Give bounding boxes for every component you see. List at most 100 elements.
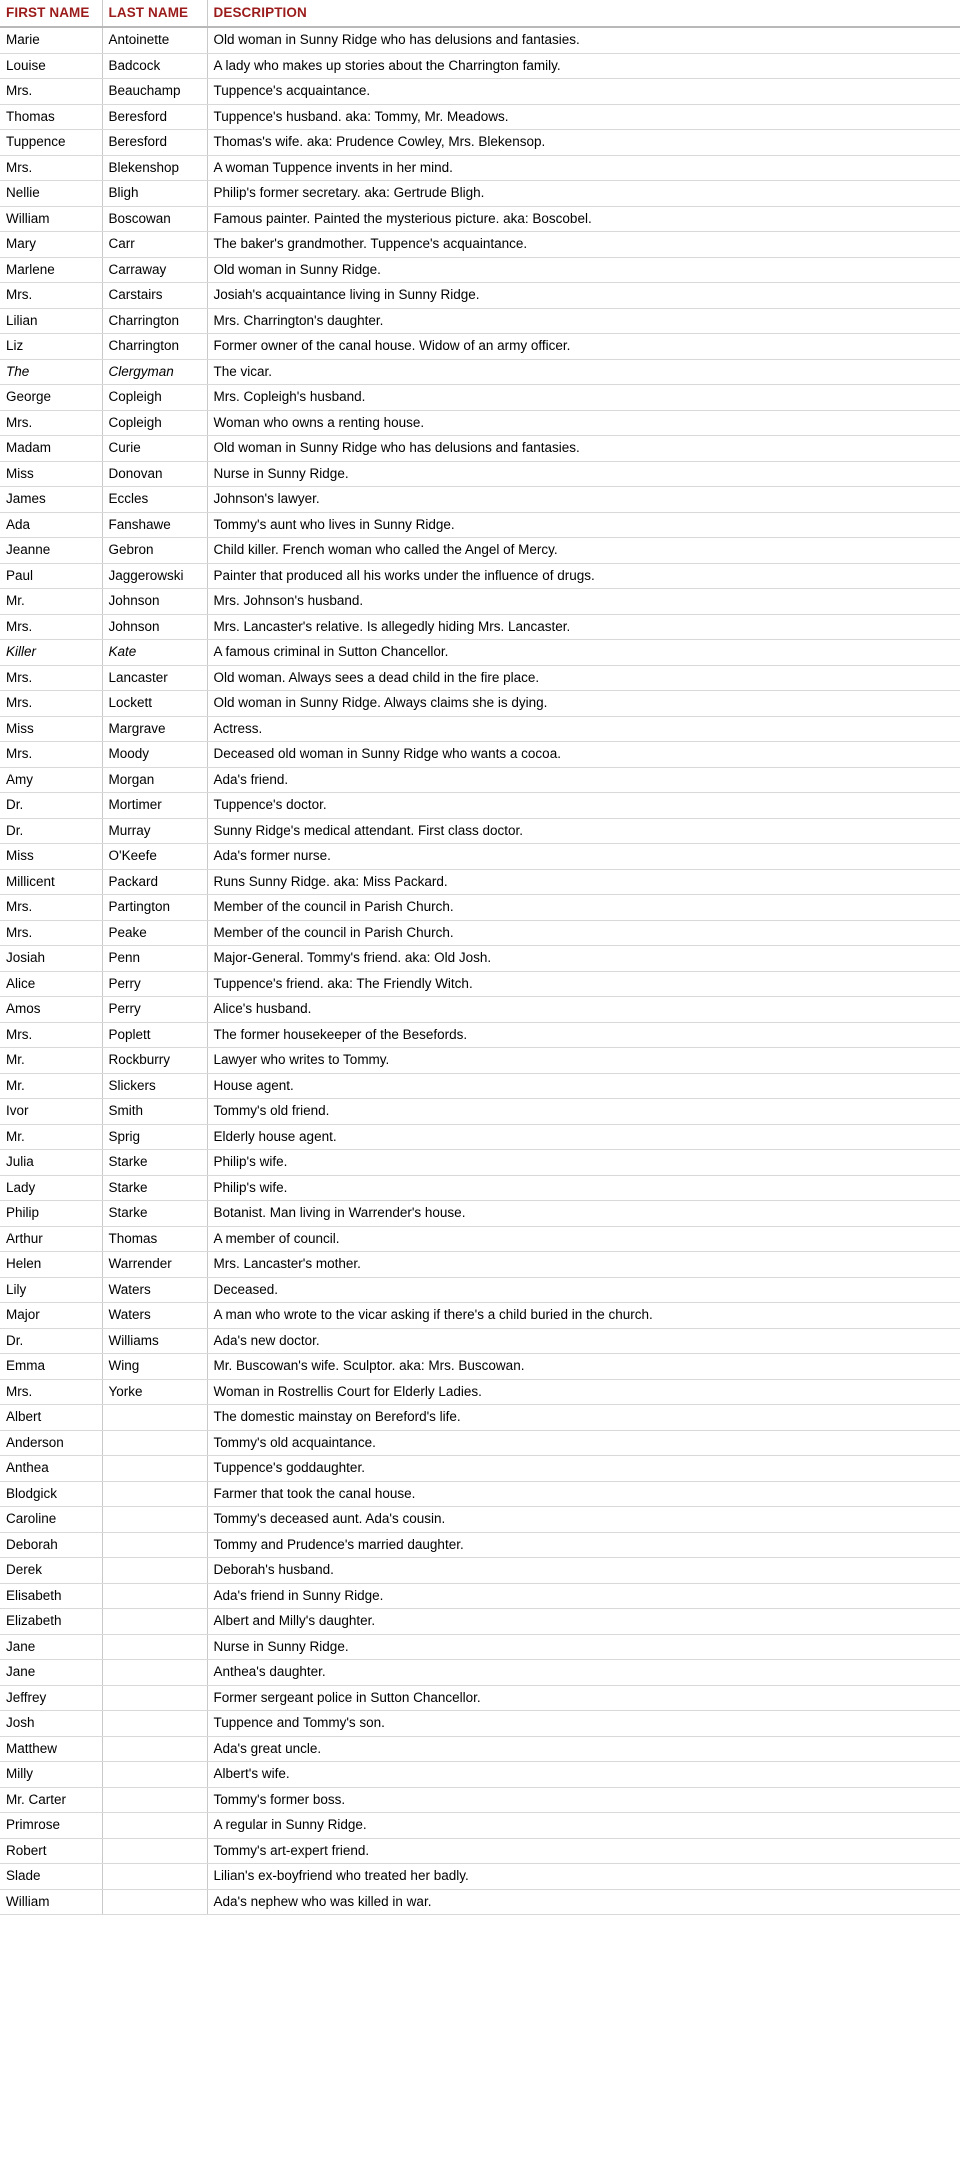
cell-first-name: Thomas bbox=[0, 104, 103, 130]
table-row: Mr. Rockburry Lawyer who writes to Tommy. bbox=[0, 1047, 960, 1074]
cell-first-name: Mrs. bbox=[0, 410, 103, 436]
cell-last-name bbox=[102, 1557, 208, 1584]
cell-last-name bbox=[102, 1787, 208, 1813]
cell-last-name bbox=[102, 1812, 208, 1839]
cell-description: Mrs. Johnson's husband. bbox=[207, 588, 960, 615]
cell-first-name: Caroline bbox=[0, 1506, 103, 1533]
table-row: Mrs. Carstairs Josiah's acquaintance livin… bbox=[0, 282, 960, 309]
cell-first-name: Albert bbox=[0, 1404, 103, 1431]
cell-description: Member of the council in Parish Church. bbox=[207, 894, 960, 921]
cell-description: Josiah's acquaintance living in Sunny Ri… bbox=[207, 282, 960, 309]
cell-description: Botanist. Man living in Warrender's hous… bbox=[207, 1200, 960, 1227]
cell-last-name: Rockburry bbox=[102, 1047, 208, 1074]
cell-first-name: George bbox=[0, 384, 103, 411]
cell-first-name: Josh bbox=[0, 1710, 103, 1737]
cell-last-name: Starke bbox=[102, 1175, 208, 1201]
cell-last-name: Charrington bbox=[102, 308, 208, 334]
cell-first-name: Major bbox=[0, 1302, 103, 1329]
cell-description: Tommy and Prudence's married daughter. bbox=[207, 1532, 960, 1558]
cell-last-name: Sprig bbox=[102, 1124, 208, 1150]
cell-first-name: Liz bbox=[0, 333, 103, 360]
cell-description: Old woman in Sunny Ridge. Always claims … bbox=[207, 690, 960, 717]
cell-last-name: Johnson bbox=[102, 588, 208, 615]
cell-first-name: The bbox=[0, 359, 103, 385]
cell-description: Tuppence's friend. aka: The Friendly Wit… bbox=[207, 971, 960, 997]
cell-description: Tommy's old friend. bbox=[207, 1098, 960, 1125]
table-row: Elisabeth Ada's friend in Sunny Ridge. bbox=[0, 1583, 960, 1609]
cell-description: Nurse in Sunny Ridge. bbox=[207, 461, 960, 487]
cell-description: Albert's wife. bbox=[207, 1761, 960, 1788]
cell-last-name bbox=[102, 1889, 208, 1915]
cell-last-name: Eccles bbox=[102, 486, 208, 513]
cell-last-name: Beauchamp bbox=[102, 78, 208, 105]
cell-last-name: Carstairs bbox=[102, 282, 208, 309]
cell-description: Nurse in Sunny Ridge. bbox=[207, 1634, 960, 1660]
cell-description: Old woman in Sunny Ridge who has delusio… bbox=[207, 435, 960, 462]
table-row: Anthea Tuppence's goddaughter. bbox=[0, 1455, 960, 1482]
cell-last-name: Copleigh bbox=[102, 410, 208, 436]
table-row: Amy Morgan Ada's friend. bbox=[0, 767, 960, 793]
cell-description: Mrs. Charrington's daughter. bbox=[207, 308, 960, 334]
cell-last-name: Warrender bbox=[102, 1251, 208, 1278]
cell-description: Tommy's deceased aunt. Ada's cousin. bbox=[207, 1506, 960, 1533]
cell-description: A member of council. bbox=[207, 1226, 960, 1252]
table-row: Blodgick Farmer that took the canal house… bbox=[0, 1481, 960, 1507]
table-row: Elizabeth Albert and Milly's daughter. bbox=[0, 1608, 960, 1635]
cell-first-name: Mrs. bbox=[0, 741, 103, 768]
cell-first-name: Amy bbox=[0, 767, 103, 793]
cell-first-name: Lady bbox=[0, 1175, 103, 1201]
cell-first-name: Mrs. bbox=[0, 665, 103, 691]
table-row: Matthew Ada's great uncle. bbox=[0, 1736, 960, 1762]
table-row: Jane Anthea's daughter. bbox=[0, 1659, 960, 1686]
cell-last-name: Blekenshop bbox=[102, 155, 208, 181]
table-row: Killer Kate A famous criminal in Sutton Ch… bbox=[0, 639, 960, 666]
cell-description: A regular in Sunny Ridge. bbox=[207, 1812, 960, 1839]
table-row: Mr. Slickers House agent. bbox=[0, 1073, 960, 1099]
table-row: Mrs. Peake Member of the council in Parish… bbox=[0, 920, 960, 946]
table-header: FIRST NAME LAST NAME DESCRIPTION bbox=[0, 0, 960, 28]
cell-last-name: Antoinette bbox=[102, 27, 208, 54]
cell-description: A lady who makes up stories about the Ch… bbox=[207, 53, 960, 79]
cell-last-name bbox=[102, 1736, 208, 1762]
table-row: Mrs. Lockett Old woman in Sunny Ridge. Alw… bbox=[0, 690, 960, 717]
cell-first-name: Ada bbox=[0, 512, 103, 538]
table-row: Liz Charrington Former owner of the canal … bbox=[0, 333, 960, 360]
cell-last-name: Poplett bbox=[102, 1022, 208, 1048]
cell-first-name: Matthew bbox=[0, 1736, 103, 1762]
column-header-first-name: FIRST NAME bbox=[0, 0, 103, 28]
table-row: Jane Nurse in Sunny Ridge. bbox=[0, 1634, 960, 1660]
cell-description: Tuppence's acquaintance. bbox=[207, 78, 960, 105]
cell-first-name: Elizabeth bbox=[0, 1608, 103, 1635]
cell-description: Old woman in Sunny Ridge who has delusio… bbox=[207, 27, 960, 54]
table-row: Lady Starke Philip's wife. bbox=[0, 1175, 960, 1201]
cell-first-name: Marie bbox=[0, 27, 103, 54]
cell-last-name: Mortimer bbox=[102, 792, 208, 819]
cell-first-name: Mrs. bbox=[0, 614, 103, 640]
cell-first-name: Dr. bbox=[0, 1328, 103, 1354]
cell-description: Tuppence's doctor. bbox=[207, 792, 960, 819]
cell-first-name: Jane bbox=[0, 1659, 103, 1686]
cell-description: Johnson's lawyer. bbox=[207, 486, 960, 513]
cell-description: Tommy's aunt who lives in Sunny Ridge. bbox=[207, 512, 960, 538]
cell-first-name: Paul bbox=[0, 563, 103, 589]
cell-last-name: Morgan bbox=[102, 767, 208, 793]
table-row: Mrs. Yorke Woman in Rostrellis Court for E… bbox=[0, 1379, 960, 1405]
cell-last-name bbox=[102, 1685, 208, 1711]
cell-last-name: Waters bbox=[102, 1277, 208, 1303]
cell-first-name: James bbox=[0, 486, 103, 513]
cell-description: The baker's grandmother. Tuppence's acqu… bbox=[207, 231, 960, 258]
cell-last-name: Williams bbox=[102, 1328, 208, 1354]
cell-description: Deceased old woman in Sunny Ridge who wa… bbox=[207, 741, 960, 768]
cell-first-name: William bbox=[0, 1889, 103, 1915]
cell-last-name: Waters bbox=[102, 1302, 208, 1329]
table-row: William Ada's nephew who was killed in wa… bbox=[0, 1889, 960, 1915]
cell-last-name: Johnson bbox=[102, 614, 208, 640]
table-row: Mr. Johnson Mrs. Johnson's husband. bbox=[0, 588, 960, 615]
cell-description: Philip's wife. bbox=[207, 1175, 960, 1201]
table-row: Robert Tommy's art-expert friend. bbox=[0, 1838, 960, 1864]
cell-description: Ada's friend. bbox=[207, 767, 960, 793]
cell-last-name: Perry bbox=[102, 971, 208, 997]
table-row: Slade Lilian's ex-boyfriend who treated h… bbox=[0, 1863, 960, 1890]
table-row: Lily Waters Deceased. bbox=[0, 1277, 960, 1303]
cell-description: Albert and Milly's daughter. bbox=[207, 1608, 960, 1635]
